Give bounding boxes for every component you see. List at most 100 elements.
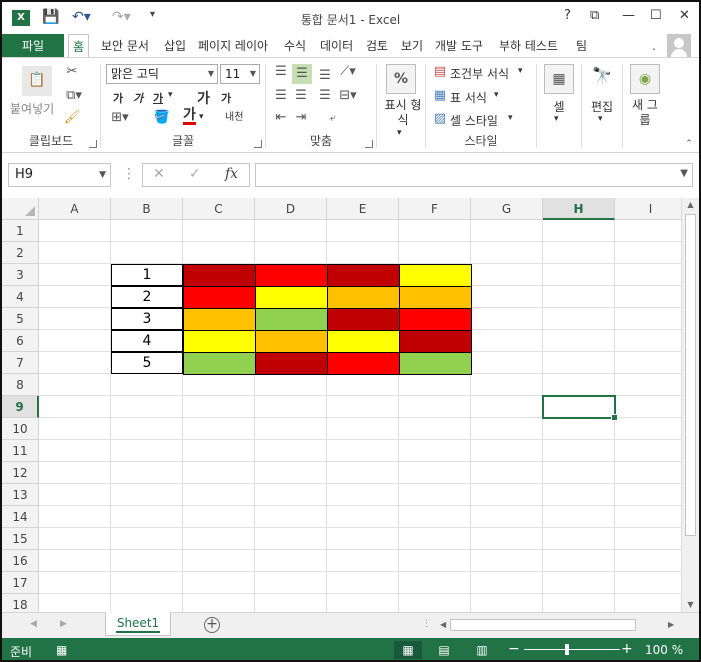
number-cell[interactable]: 2	[111, 286, 183, 308]
number-cell[interactable]: 3	[111, 308, 183, 330]
account-name[interactable]: .	[652, 34, 656, 58]
row-header-13[interactable]: 13	[2, 484, 39, 506]
tab-home[interactable]: 홈	[68, 34, 90, 58]
align-right-icon[interactable]: ☰	[316, 88, 334, 104]
decrease-indent-icon[interactable]: ⇤	[272, 110, 290, 126]
colored-cell[interactable]	[255, 286, 328, 309]
font-launcher-icon[interactable]	[254, 140, 262, 148]
close-button[interactable]: ✕	[679, 8, 690, 23]
new-group-icon[interactable]: ◉	[630, 64, 660, 94]
cells-button[interactable]: 셀	[537, 98, 581, 115]
paste-label[interactable]: 붙여넣기	[10, 100, 54, 117]
tab-page-layout[interactable]: 페이지 레이아	[198, 34, 268, 58]
colored-cell[interactable]	[399, 286, 472, 309]
colored-cell[interactable]	[327, 330, 400, 353]
active-cell-h9[interactable]	[542, 395, 618, 421]
user-avatar[interactable]	[667, 34, 691, 58]
colored-cell[interactable]	[327, 264, 400, 287]
row-header-3[interactable]: 3	[2, 264, 39, 286]
cancel-icon[interactable]: ✕	[153, 166, 165, 182]
colored-cell[interactable]	[399, 308, 472, 331]
column-header-e[interactable]: E	[327, 198, 399, 220]
colored-cell[interactable]	[183, 308, 256, 331]
number-cell[interactable]: 5	[111, 352, 183, 374]
align-center-icon[interactable]: ☰	[292, 88, 310, 104]
grow-font-button[interactable]: 가	[197, 88, 210, 108]
border-icon[interactable]: ⊞▾	[109, 110, 131, 126]
enter-icon[interactable]: ✓	[189, 166, 201, 182]
row-header-8[interactable]: 8	[2, 374, 39, 396]
orientation-icon[interactable]: ⟋▾	[338, 64, 358, 80]
tab-view[interactable]: 보기	[401, 34, 423, 58]
zoom-out-button[interactable]: −	[508, 641, 520, 657]
column-header-h[interactable]: H	[543, 198, 615, 220]
vertical-scrollbar[interactable]: ▲ ▼	[681, 198, 699, 612]
clipboard-launcher-icon[interactable]	[89, 140, 97, 148]
align-bottom-icon[interactable]: ☰	[316, 68, 334, 84]
scroll-right-icon[interactable]: ▶	[668, 620, 674, 629]
ribbon-display-button[interactable]: ⧉	[590, 8, 599, 23]
colored-cell[interactable]	[327, 352, 400, 375]
row-header-1[interactable]: 1	[2, 220, 39, 242]
copy-icon[interactable]: ⧉▾	[63, 88, 85, 104]
shrink-font-button[interactable]: 가	[221, 90, 231, 106]
column-header-a[interactable]: A	[39, 198, 111, 220]
italic-button[interactable]: 가	[133, 90, 143, 106]
row-header-6[interactable]: 6	[2, 330, 39, 352]
font-size-select[interactable]: 11 ▼	[220, 64, 260, 84]
macro-record-icon[interactable]: ▦	[56, 643, 67, 657]
underline-dropdown-icon[interactable]: ▾	[168, 90, 173, 100]
worksheet-grid[interactable]: A B C D E F G H I 1 2 3 4 5 6 7 8 9 10 11 12 13 14 15 16 17 18 1 2 3 4…	[2, 198, 681, 612]
formula-input[interactable]: ▼	[255, 163, 693, 187]
row-header-14[interactable]: 14	[2, 506, 39, 528]
merge-center-icon[interactable]: ⊟▾	[338, 88, 358, 104]
colored-cell[interactable]	[399, 264, 472, 287]
colored-cell[interactable]	[255, 330, 328, 353]
next-sheet-icon[interactable]: ▶	[60, 619, 67, 629]
column-header-i[interactable]: I	[615, 198, 681, 220]
row-header-11[interactable]: 11	[2, 440, 39, 462]
percent-icon[interactable]: %	[386, 64, 416, 94]
help-button[interactable]: ?	[564, 8, 571, 23]
name-box[interactable]: H9 ▼	[8, 163, 111, 187]
page-layout-view-icon[interactable]: ▤	[430, 641, 458, 659]
row-header-15[interactable]: 15	[2, 528, 39, 550]
tab-split-handle-icon[interactable]: ⋮	[422, 619, 431, 629]
font-name-select[interactable]: 맑은 고딕 ▼	[106, 64, 218, 84]
zoom-slider[interactable]	[524, 649, 620, 650]
fill-color-icon[interactable]: 🪣	[151, 110, 173, 126]
column-header-g[interactable]: G	[471, 198, 543, 220]
colored-cell[interactable]	[255, 352, 328, 375]
insert-function-button[interactable]: fx	[225, 166, 238, 182]
editing-button[interactable]: 편집	[582, 98, 622, 115]
number-format-button[interactable]: 표시 형식	[381, 98, 425, 128]
sheet-tab-sheet1[interactable]: Sheet1	[105, 612, 171, 636]
colored-cell[interactable]	[399, 352, 472, 375]
colored-cell[interactable]	[255, 308, 328, 331]
column-header-f[interactable]: F	[399, 198, 471, 220]
wrap-text-icon[interactable]: ⤶	[322, 110, 344, 126]
colored-cell[interactable]	[399, 330, 472, 353]
colored-cell[interactable]	[255, 264, 328, 287]
colored-cell[interactable]	[183, 352, 256, 375]
row-header-9[interactable]: 9	[2, 396, 39, 418]
format-painter-icon[interactable]: 🖌	[63, 110, 81, 126]
vertical-scroll-thumb[interactable]	[685, 214, 696, 536]
row-header-7[interactable]: 7	[2, 352, 39, 374]
cell-style-button[interactable]: 셀 스타일	[450, 112, 498, 129]
column-header-c[interactable]: C	[183, 198, 255, 220]
font-color-button[interactable]: 가	[183, 108, 196, 125]
collapse-ribbon-icon[interactable]: ⌃	[683, 136, 695, 152]
row-header-5[interactable]: 5	[2, 308, 39, 330]
horizontal-scrollbar[interactable]: ◀ ▶	[438, 618, 680, 633]
increase-indent-icon[interactable]: ⇥	[292, 110, 310, 126]
add-sheet-button[interactable]: +	[204, 617, 220, 633]
tab-team[interactable]: 팀	[576, 34, 587, 58]
zoom-slider-knob[interactable]	[565, 644, 569, 655]
table-format-button[interactable]: 표 서식	[450, 89, 487, 106]
bold-button[interactable]: 가	[113, 90, 123, 106]
colored-cell[interactable]	[183, 330, 256, 353]
row-header-4[interactable]: 4	[2, 286, 39, 308]
number-cell[interactable]: 1	[111, 264, 183, 286]
tab-security-doc[interactable]: 보안 문서	[101, 34, 149, 58]
